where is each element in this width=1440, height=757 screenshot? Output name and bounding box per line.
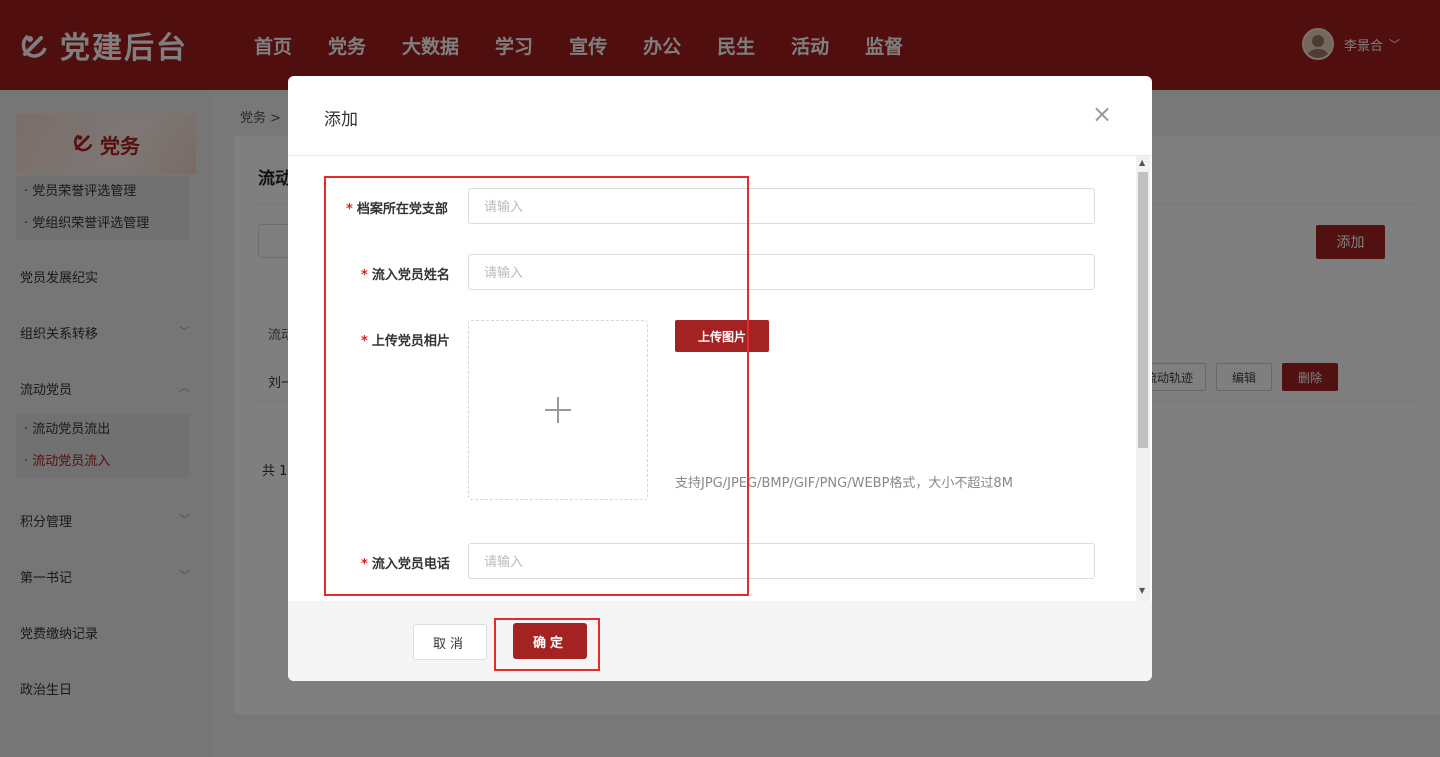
highlight-frame (324, 176, 749, 596)
scroll-up-icon[interactable]: ▲ (1139, 158, 1145, 167)
dialog-header: 添加 × (288, 76, 1152, 156)
add-dialog: 添加 × *档案所在党支部 *流入党员姓名 *上传党员相片 上传图片 支持JPG… (288, 76, 1152, 681)
cancel-button[interactable]: 取消 (413, 624, 487, 660)
scroll-down-icon[interactable]: ▼ (1139, 586, 1145, 595)
dialog-body: *档案所在党支部 *流入党员姓名 *上传党员相片 上传图片 支持JPG/JPEG… (288, 156, 1152, 601)
scrollbar-thumb[interactable] (1138, 172, 1148, 448)
close-icon[interactable]: × (1092, 102, 1112, 126)
highlight-frame (494, 618, 600, 671)
dialog-title: 添加 (324, 110, 358, 130)
scrollbar[interactable]: ▲ ▼ (1136, 156, 1150, 601)
dialog-footer: 取消 确定 (288, 601, 1152, 681)
